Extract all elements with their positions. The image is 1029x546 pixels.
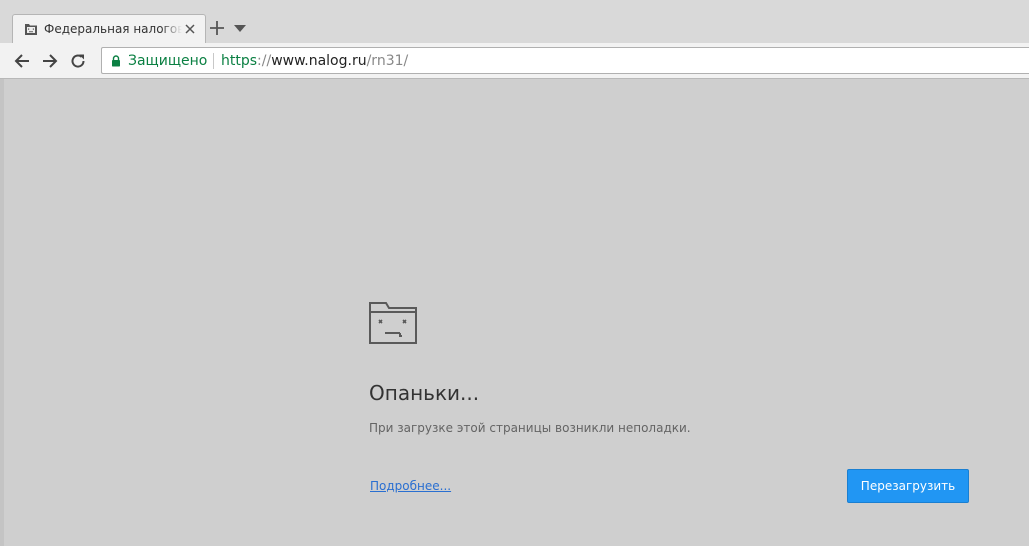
arrow-left-icon[interactable] — [13, 52, 31, 70]
browser-window: Федеральная налоговая служба — [0, 0, 1029, 546]
tab-strip: Федеральная налоговая служба — [0, 0, 1029, 43]
url-text[interactable]: https://www.nalog.ru/rn31/ — [221, 52, 408, 70]
lock-icon — [112, 55, 120, 67]
url-separator: :// — [257, 53, 272, 69]
plus-icon[interactable] — [209, 20, 225, 36]
error-description: При загрузке этой страницы возникли непо… — [369, 421, 691, 435]
secure-label[interactable]: Защищено — [128, 52, 207, 70]
omnibox-divider — [213, 53, 214, 69]
url-host: www.nalog.ru — [271, 53, 367, 69]
details-link[interactable]: Подробнее... — [370, 478, 451, 494]
sad-folder-icon — [25, 24, 37, 35]
tab-active[interactable]: Федеральная налоговая служба — [12, 14, 206, 43]
url-path: /rn31/ — [366, 53, 409, 69]
toolbar: Защищено https://www.nalog.ru/rn31/ — [0, 43, 1029, 79]
error-title: Опаньки... — [369, 381, 480, 405]
chevron-down-icon[interactable] — [233, 23, 247, 33]
address-bar[interactable]: Защищено https://www.nalog.ru/rn31/ — [101, 47, 1029, 74]
sad-folder-icon — [369, 302, 417, 344]
tab-title: Федеральная налоговая служба — [44, 22, 182, 36]
content-left-edge — [0, 79, 4, 546]
close-icon[interactable] — [184, 23, 196, 35]
reload-button[interactable]: Перезагрузить — [847, 469, 969, 503]
url-scheme: https — [221, 53, 258, 69]
arrow-right-icon[interactable] — [41, 52, 59, 70]
reload-icon[interactable] — [69, 52, 87, 70]
